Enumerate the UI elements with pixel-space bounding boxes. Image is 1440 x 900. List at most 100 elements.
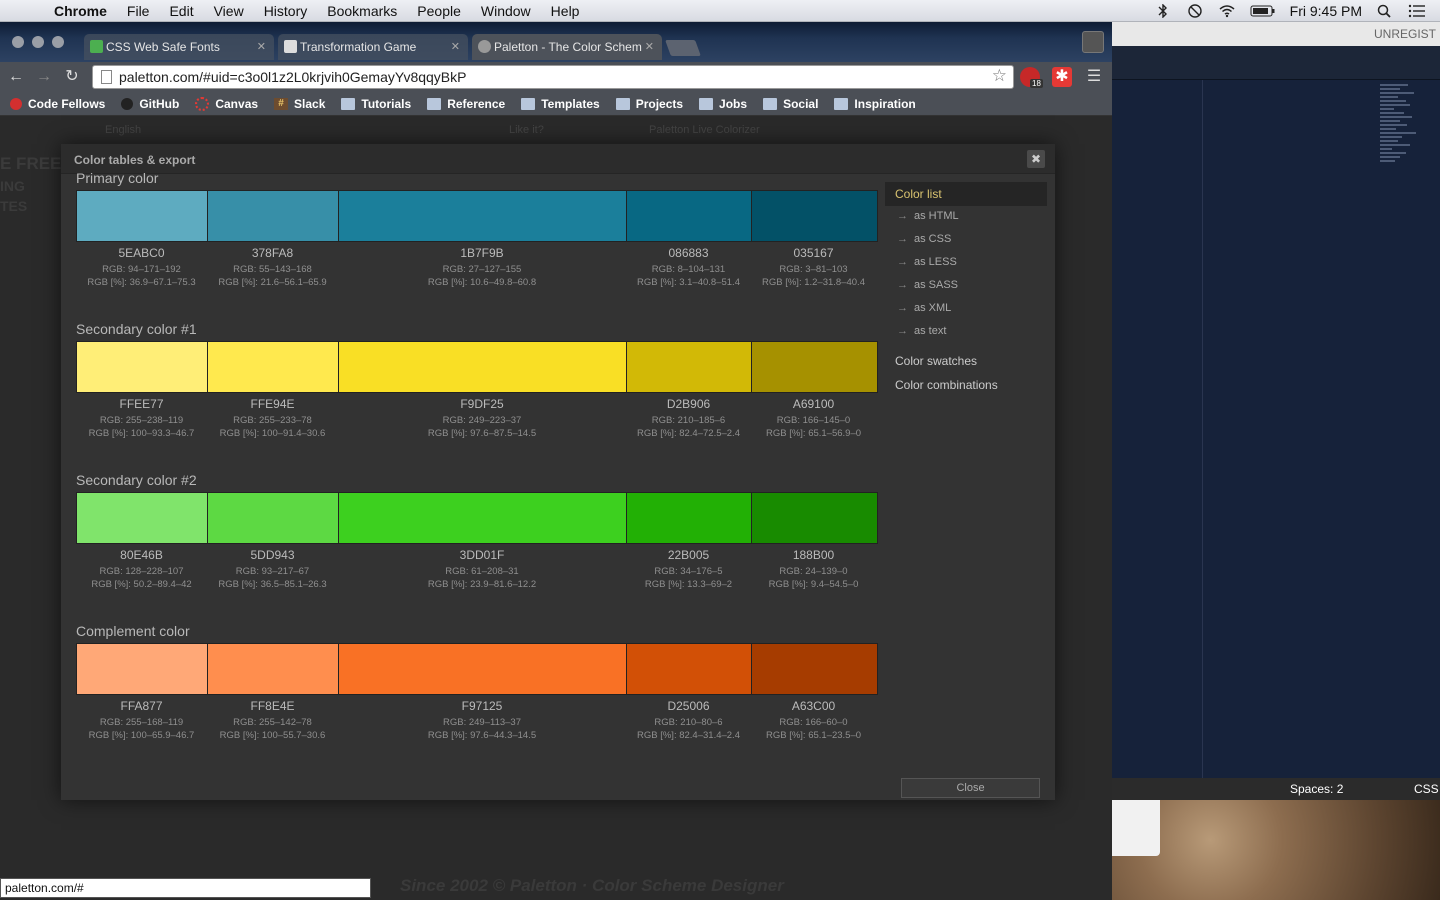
menu-view[interactable]: View	[214, 3, 244, 19]
menu-people[interactable]: People	[417, 3, 461, 19]
color-swatch[interactable]	[77, 644, 208, 694]
menu-window[interactable]: Window	[481, 3, 531, 19]
color-swatch[interactable]	[627, 342, 752, 392]
sidebar-item-as-sass[interactable]: → as SASS	[885, 275, 1047, 298]
menubar-clock[interactable]: Fri 9:45 PM	[1290, 3, 1362, 19]
window-minimize-button[interactable]	[32, 36, 44, 48]
sidebar-item-color-list[interactable]: Color list	[885, 182, 1047, 206]
color-swatch[interactable]	[208, 191, 339, 241]
color-swatch[interactable]	[339, 644, 627, 694]
indentation-status[interactable]: Spaces: 2	[1290, 782, 1343, 796]
color-swatch[interactable]	[208, 342, 339, 392]
tab-close-icon[interactable]: ✕	[645, 40, 654, 53]
swatch-strip	[76, 190, 878, 242]
bookmark-folder-inspiration[interactable]: Inspiration	[834, 96, 916, 111]
hex-value: 378FA8	[251, 246, 294, 260]
back-arrow-icon[interactable]: ←	[6, 67, 26, 87]
color-swatch[interactable]	[339, 493, 627, 543]
rgb-value: RGB: 8–104–131	[651, 264, 726, 275]
rgb-value: RGB: 249–223–37	[442, 415, 522, 426]
like-menu[interactable]: Like it?	[509, 124, 544, 136]
color-swatch[interactable]	[752, 191, 877, 241]
address-bar[interactable]: paletton.com/#uid=c3o0l1z2L0krjvih0Gemay…	[92, 65, 1014, 89]
bluetooth-icon[interactable]	[1154, 4, 1172, 18]
menu-edit[interactable]: Edit	[169, 3, 193, 19]
sidebar-item-color-combinations[interactable]: Color combinations	[885, 372, 1047, 396]
tab-paletton[interactable]: Paletton - The Color Schem ✕	[472, 34, 662, 60]
sidebar-item-as-html[interactable]: → as HTML	[885, 206, 1047, 229]
battery-icon[interactable]	[1250, 4, 1276, 18]
color-swatch[interactable]	[752, 493, 877, 543]
menu-bookmarks[interactable]: Bookmarks	[327, 3, 397, 19]
bookmark-slack[interactable]: # Slack	[274, 97, 325, 111]
syntax-status[interactable]: CSS	[1414, 782, 1439, 796]
bookmark-folder-jobs[interactable]: Jobs	[699, 97, 747, 111]
spotlight-search-icon[interactable]	[1376, 4, 1394, 18]
editor-minimap[interactable]	[1380, 82, 1420, 212]
sidebar-item-label: as CSS	[914, 233, 952, 245]
sidebar-item-as-xml[interactable]: → as XML	[885, 298, 1047, 321]
swatch-label: FFEE77 RGB: 255–238–119 RGB [%]: 100–93.3–…	[76, 397, 207, 440]
menu-help[interactable]: Help	[551, 3, 580, 19]
color-swatch[interactable]	[627, 644, 752, 694]
bookmark-label: Slack	[294, 96, 326, 111]
chrome-menu-icon[interactable]: ☰	[1084, 67, 1104, 87]
bookmark-folder-social[interactable]: Social	[763, 97, 818, 111]
tab-close-icon[interactable]: ✕	[451, 40, 460, 53]
menu-history[interactable]: History	[264, 3, 308, 19]
bookmark-label: Inspiration	[854, 96, 916, 111]
forward-arrow-icon[interactable]: →	[34, 67, 54, 87]
address-url[interactable]: paletton.com/#uid=c3o0l1z2L0krjvih0Gemay…	[119, 69, 466, 85]
reload-icon[interactable]: ↻	[62, 67, 82, 87]
rgb-percent-value: RGB [%]: 100–93.3–46.7	[88, 428, 195, 439]
color-swatch[interactable]	[339, 342, 627, 392]
bookmark-folder-projects[interactable]: Projects	[615, 97, 683, 111]
wifi-icon[interactable]	[1218, 4, 1236, 18]
new-tab-button[interactable]	[665, 40, 701, 56]
swatch-strip	[76, 643, 878, 695]
color-swatch[interactable]	[77, 493, 208, 543]
sidebar-item-as-less[interactable]: → as LESS	[885, 252, 1047, 275]
notification-center-icon[interactable]	[1408, 4, 1426, 18]
bookmark-label: Code Fellows	[28, 96, 106, 111]
rgb-percent-value: RGB [%]: 9.4–54.5–0	[768, 579, 859, 590]
swatch-labels: 5EABC0 RGB: 94–171–192 RGB [%]: 36.9–67.1–…	[76, 246, 876, 289]
tab-css-web-safe-fonts[interactable]: CSS Web Safe Fonts ✕	[84, 34, 274, 60]
color-swatch[interactable]	[77, 191, 208, 241]
color-swatch[interactable]	[208, 644, 339, 694]
language-select[interactable]: English	[105, 124, 141, 136]
window-close-button[interactable]	[12, 36, 24, 48]
close-button[interactable]: Close	[901, 778, 1040, 798]
bookmark-folder-templates[interactable]: Templates	[521, 97, 600, 111]
color-swatch[interactable]	[339, 191, 627, 241]
bookmark-folder-reference[interactable]: Reference	[427, 97, 505, 111]
section-title: Secondary color #1	[76, 321, 197, 337]
color-swatch[interactable]	[752, 342, 877, 392]
menu-file[interactable]: File	[127, 3, 150, 19]
color-swatch[interactable]	[752, 644, 877, 694]
modal-close-icon[interactable]: ✖	[1027, 150, 1045, 168]
sidebar-item-color-swatches[interactable]: Color swatches	[885, 348, 1047, 372]
window-zoom-button[interactable]	[52, 36, 64, 48]
sidebar-item-as-css[interactable]: → as CSS	[885, 229, 1047, 252]
bookmark-label: GitHub	[139, 96, 180, 111]
sidebar-item-label: as SASS	[914, 279, 959, 291]
color-swatch[interactable]	[627, 191, 752, 241]
tab-close-icon[interactable]: ✕	[257, 40, 266, 53]
bookmark-canvas[interactable]: Canvas	[195, 96, 258, 111]
bookmark-folder-tutorials[interactable]: Tutorials	[341, 97, 411, 111]
menu-app-name[interactable]: Chrome	[54, 3, 107, 19]
color-swatch[interactable]	[627, 493, 752, 543]
hex-value: F97125	[461, 699, 503, 713]
bookmark-code-fellows[interactable]: Code Fellows	[10, 97, 105, 111]
tab-transformation-game[interactable]: Transformation Game ✕	[278, 34, 468, 60]
profile-button[interactable]	[1082, 31, 1104, 53]
live-colorizer-link[interactable]: Paletton Live Colorizer	[649, 124, 760, 136]
bookmark-star-icon[interactable]: ☆	[992, 66, 1007, 86]
color-swatch[interactable]	[208, 493, 339, 543]
do-not-disturb-icon[interactable]	[1186, 4, 1204, 18]
bookmark-github[interactable]: GitHub	[121, 97, 179, 111]
color-swatch[interactable]	[77, 342, 208, 392]
extension-lastpass-icon[interactable]: ✱	[1052, 67, 1072, 87]
sidebar-item-as-text[interactable]: → as text	[885, 321, 1047, 344]
